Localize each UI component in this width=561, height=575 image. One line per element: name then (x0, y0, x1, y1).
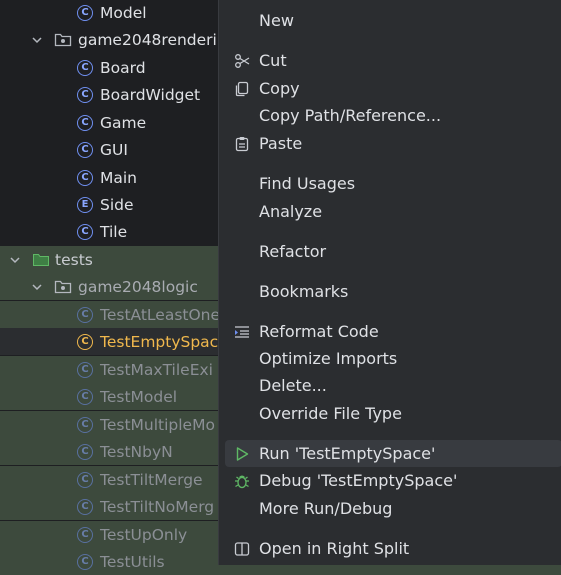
menu-item-override-file-type[interactable]: Override File Type (219, 400, 561, 427)
menu-item-copy[interactable]: Copy (219, 75, 561, 102)
menu-item-reformat-code[interactable]: Reformat Code (219, 318, 561, 345)
menu-item-analyze[interactable]: Analyze (219, 198, 561, 225)
split-view-icon (233, 540, 251, 558)
chevron-down-icon[interactable] (30, 33, 44, 47)
class-icon: C (76, 86, 94, 104)
class-icon: C (76, 114, 94, 132)
context-menu: New Cut Copy Copy Path/Reference... Past… (218, 0, 561, 565)
test-class-icon: C (76, 333, 94, 351)
test-class-icon: C (76, 388, 94, 406)
test-class-icon: C (76, 498, 94, 516)
class-icon: C (76, 4, 94, 22)
menu-item-bookmarks[interactable]: Bookmarks (219, 278, 561, 305)
copy-icon (233, 80, 251, 98)
menu-item-run[interactable]: Run 'TestEmptySpace' (225, 440, 561, 467)
menu-item-cut[interactable]: Cut (219, 47, 561, 74)
clipboard-icon (233, 135, 251, 153)
reformat-icon (233, 323, 251, 341)
class-icon: C (76, 59, 94, 77)
menu-item-more-run-debug[interactable]: More Run/Debug (219, 495, 561, 522)
run-icon (233, 445, 251, 463)
package-folder-icon (54, 31, 72, 49)
test-class-icon: C (76, 443, 94, 461)
scissors-icon (233, 52, 251, 70)
test-class-icon: C (76, 361, 94, 379)
test-class-icon: C (76, 553, 94, 571)
menu-item-copy-path[interactable]: Copy Path/Reference... (219, 102, 561, 129)
menu-item-find-usages[interactable]: Find Usages (219, 170, 561, 197)
chevron-down-icon[interactable] (8, 253, 22, 267)
menu-item-debug[interactable]: Debug 'TestEmptySpace' (219, 467, 561, 494)
class-icon: C (76, 169, 94, 187)
test-class-icon: C (76, 416, 94, 434)
test-class-icon: C (76, 526, 94, 544)
menu-item-open-right-split[interactable]: Open in Right Split (219, 535, 561, 562)
menu-item-paste[interactable]: Paste (219, 130, 561, 157)
class-icon: C (76, 141, 94, 159)
bug-icon (233, 472, 251, 490)
class-icon: C (76, 223, 94, 241)
enum-icon: E (76, 196, 94, 214)
menu-item-optimize-imports[interactable]: Optimize Imports (219, 345, 561, 372)
package-folder-icon (54, 278, 72, 296)
test-class-icon: C (76, 471, 94, 489)
menu-item-refactor[interactable]: Refactor (219, 238, 561, 265)
menu-item-new[interactable]: New (219, 7, 561, 34)
test-folder-icon (32, 251, 50, 269)
menu-item-delete[interactable]: Delete... (219, 372, 561, 399)
chevron-down-icon[interactable] (30, 280, 44, 294)
test-class-icon: C (76, 306, 94, 324)
